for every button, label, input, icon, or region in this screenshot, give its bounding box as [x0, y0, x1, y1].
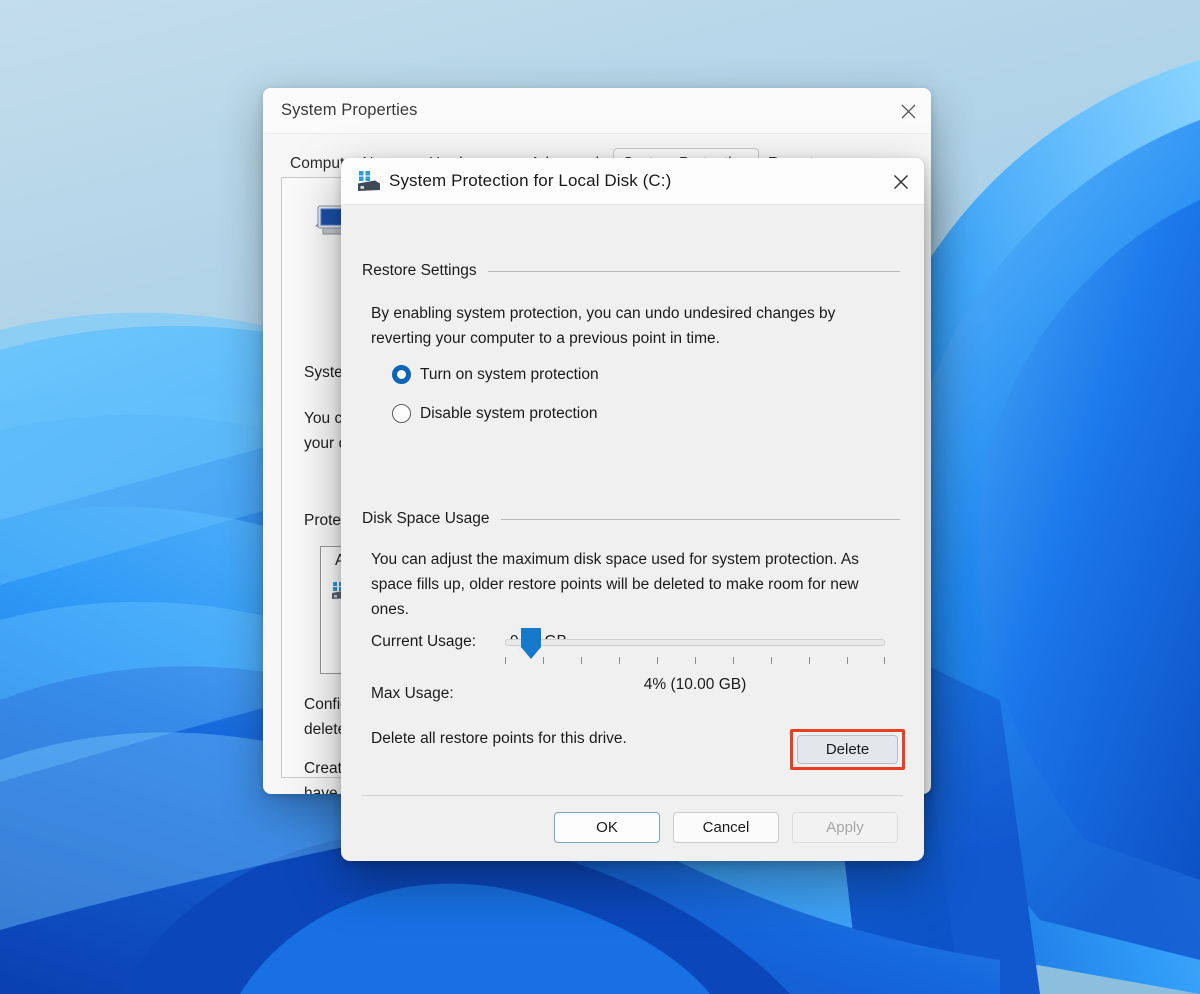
disk-space-usage-group-header: Disk Space Usage [341, 510, 924, 528]
disk-space-usage-label: Disk Space Usage [362, 510, 490, 527]
apply-button[interactable]: Apply [792, 812, 898, 843]
restore-settings-group-header: Restore Settings [341, 262, 924, 280]
radio-label-on: Turn on system protection [420, 365, 599, 383]
max-usage-slider-thumb[interactable] [521, 628, 541, 659]
radio-label-off: Disable system protection [420, 404, 598, 422]
footer-separator [362, 795, 903, 796]
delete-button[interactable]: Delete [797, 735, 898, 764]
dialog-titlebar: System Protection for Local Disk (C:) [341, 158, 924, 205]
max-usage-label: Max Usage: [371, 685, 454, 702]
current-usage-label: Current Usage: [371, 633, 477, 650]
close-icon[interactable] [885, 88, 931, 134]
system-properties-title: System Properties [281, 101, 418, 119]
delete-restore-points-text: Delete all restore points for this drive… [371, 730, 627, 747]
dialog-title: System Protection for Local Disk (C:) [389, 171, 672, 190]
radio-indicator-off [392, 404, 411, 423]
dialog-footer-buttons: OK Cancel Apply [554, 812, 898, 843]
cancel-button[interactable]: Cancel [673, 812, 779, 843]
disk-space-usage-description: You can adjust the maximum disk space us… [371, 551, 859, 618]
restore-settings-label: Restore Settings [362, 262, 477, 279]
close-icon[interactable] [877, 158, 924, 205]
max-usage-value-label: 4% (10.00 GB) [643, 676, 747, 693]
desktop: System Properties Computer Name Hardware… [0, 0, 1200, 994]
radio-disable-system-protection[interactable]: Disable system protection [392, 404, 597, 423]
max-usage-slider-track[interactable] [505, 639, 885, 646]
slider-tick-marks [505, 657, 885, 665]
radio-indicator-on [392, 365, 411, 384]
ok-button[interactable]: OK [554, 812, 660, 843]
hard-disk-icon [358, 171, 380, 191]
system-properties-titlebar: System Properties [263, 88, 931, 134]
group-rule [487, 270, 900, 272]
radio-turn-on-system-protection[interactable]: Turn on system protection [392, 365, 599, 384]
restore-settings-description: By enabling system protection, you can u… [371, 305, 836, 347]
group-rule [500, 518, 900, 520]
